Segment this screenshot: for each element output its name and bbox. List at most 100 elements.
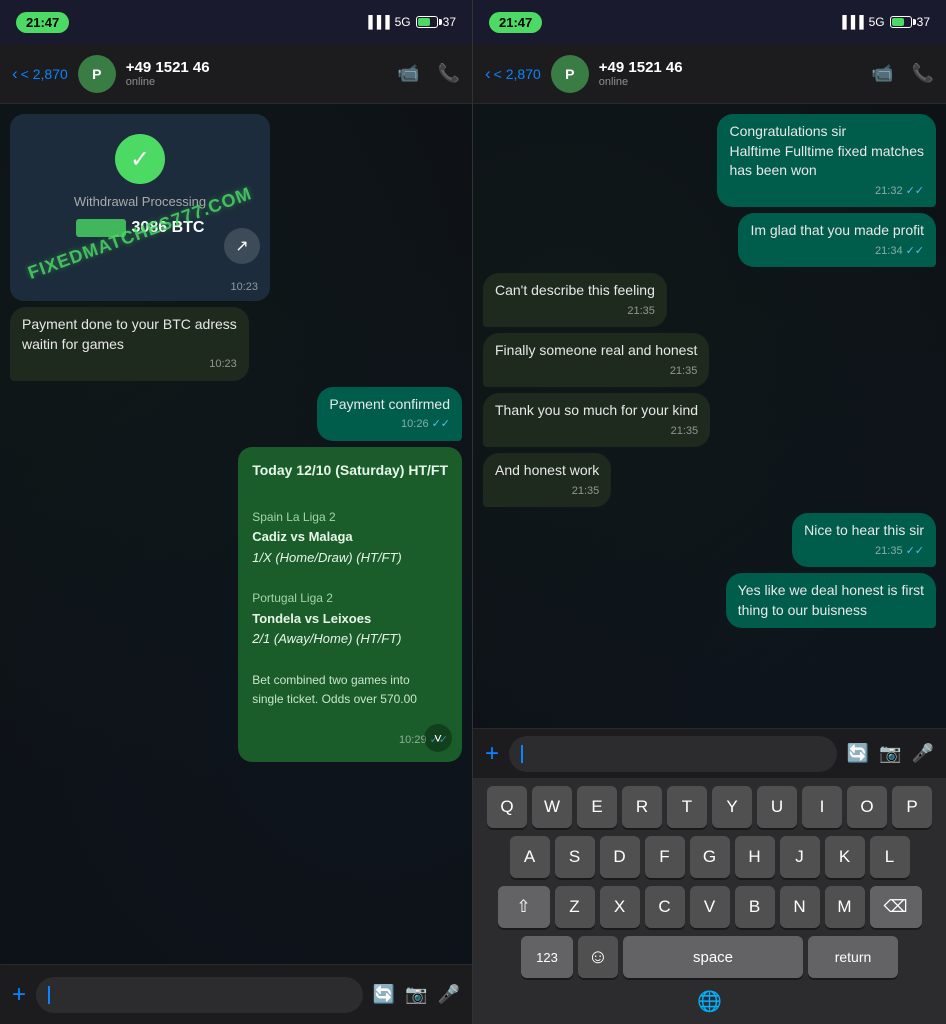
kb-camera-icon[interactable]: 📷 bbox=[879, 743, 901, 764]
payment-confirmed-time: 10:26 ✓✓ bbox=[329, 417, 450, 432]
globe-key[interactable]: 🌐 bbox=[689, 982, 731, 1020]
right-header-actions: 📹 📞 bbox=[871, 63, 934, 84]
right-status-icons: ▐▐▐ 5G 37 bbox=[838, 15, 930, 29]
key-m[interactable]: M bbox=[825, 886, 865, 928]
key-v[interactable]: V bbox=[690, 886, 730, 928]
kb-sticker-icon[interactable]: 🔄 bbox=[847, 743, 869, 764]
left-chat-header: ‹ < 2,870 P +49 1521 46 online 📹 📞 bbox=[0, 44, 472, 104]
left-back-count[interactable]: < 2,870 bbox=[21, 66, 68, 82]
key-u[interactable]: U bbox=[757, 786, 797, 828]
congrats-row: Congratulations sirHalftime Fulltime fix… bbox=[483, 114, 936, 207]
right-phone-panel: 21:47 ▐▐▐ 5G 37 ‹ < 2,870 P +49 1521 46 … bbox=[473, 0, 946, 1024]
honest-work-text: And honest work bbox=[495, 462, 599, 478]
yes-deal-text: Yes like we deal honest is firstthing to… bbox=[738, 582, 924, 618]
voice-call-icon[interactable]: 📞 bbox=[438, 63, 460, 84]
return-key[interactable]: return bbox=[808, 936, 898, 978]
key-l[interactable]: L bbox=[870, 836, 910, 878]
right-video-call-icon[interactable]: 📹 bbox=[871, 63, 893, 84]
camera-icon[interactable]: 📷 bbox=[405, 984, 427, 1005]
games-card-row: Today 12/10 (Saturday) HT/FT Spain La Li… bbox=[10, 447, 462, 762]
keyboard-input-row: + 🔄 📷 🎤 bbox=[473, 728, 946, 778]
battery-level: 37 bbox=[443, 15, 456, 29]
globe-row: 🌐 bbox=[473, 982, 946, 1024]
left-header-actions: 📹 📞 bbox=[397, 63, 460, 84]
space-key[interactable]: space bbox=[623, 936, 803, 978]
right-back-button[interactable]: ‹ < 2,870 bbox=[485, 64, 541, 84]
key-e[interactable]: E bbox=[577, 786, 617, 828]
nice-hear-bubble: Nice to hear this sir 21:35 ✓✓ bbox=[792, 513, 936, 567]
left-avatar[interactable]: P bbox=[78, 55, 116, 93]
chevron-left-icon: ‹ bbox=[12, 64, 18, 84]
glad-time: 21:34 ✓✓ bbox=[750, 244, 924, 259]
key-x[interactable]: X bbox=[600, 886, 640, 928]
left-plus-button[interactable]: + bbox=[12, 981, 26, 1009]
games-time: 10:29 ✓✓ bbox=[252, 732, 448, 750]
honest-work-bubble: And honest work 21:35 bbox=[483, 453, 611, 507]
expand-button[interactable]: ˅ bbox=[424, 724, 452, 752]
withdrawal-time: 10:23 bbox=[230, 281, 258, 293]
key-n[interactable]: N bbox=[780, 886, 820, 928]
left-phone-panel: 21:47 ▐▐▐ 5G 37 ‹ < 2,870 P +49 1521 46 … bbox=[0, 0, 473, 1024]
key-q[interactable]: Q bbox=[487, 786, 527, 828]
payment-done-time: 10:23 bbox=[22, 357, 237, 372]
key-d[interactable]: D bbox=[600, 836, 640, 878]
key-rows: Q W E R T Y U I O P A S D F G H J K bbox=[473, 778, 946, 982]
left-input-bar: + 🔄 📷 🎤 bbox=[0, 964, 472, 1024]
signal-icon: ▐▐▐ bbox=[364, 15, 390, 29]
keyboard-row-3: ⇧ Z X C V B N M ⌫ bbox=[477, 886, 942, 928]
games-card: Today 12/10 (Saturday) HT/FT Spain La Li… bbox=[238, 447, 462, 762]
payment-done-bubble: Payment done to your BTC adresswaitin fo… bbox=[10, 307, 249, 381]
kb-plus-button[interactable]: + bbox=[485, 740, 499, 768]
mic-icon[interactable]: 🎤 bbox=[438, 984, 460, 1005]
key-y[interactable]: Y bbox=[712, 786, 752, 828]
key-p[interactable]: P bbox=[892, 786, 932, 828]
key-i[interactable]: I bbox=[802, 786, 842, 828]
key-g[interactable]: G bbox=[690, 836, 730, 878]
key-t[interactable]: T bbox=[667, 786, 707, 828]
video-call-icon[interactable]: 📹 bbox=[397, 63, 419, 84]
cant-describe-row: Can't describe this feeling 21:35 bbox=[483, 273, 936, 327]
key-o[interactable]: O bbox=[847, 786, 887, 828]
key-w[interactable]: W bbox=[532, 786, 572, 828]
games-title: Today 12/10 (Saturday) HT/FT bbox=[252, 459, 448, 481]
delete-key[interactable]: ⌫ bbox=[870, 886, 922, 928]
key-c[interactable]: C bbox=[645, 886, 685, 928]
yes-deal-bubble: Yes like we deal honest is firstthing to… bbox=[726, 573, 936, 628]
key-h[interactable]: H bbox=[735, 836, 775, 878]
share-button[interactable]: ↗ bbox=[224, 228, 260, 264]
thankyou-text: Thank you so much for your kind bbox=[495, 402, 698, 418]
kb-mic-icon[interactable]: 🎤 bbox=[912, 743, 934, 764]
key-a[interactable]: A bbox=[510, 836, 550, 878]
key-r[interactable]: R bbox=[622, 786, 662, 828]
right-chevron-left-icon: ‹ bbox=[485, 64, 491, 84]
key-j[interactable]: J bbox=[780, 836, 820, 878]
key-f[interactable]: F bbox=[645, 836, 685, 878]
right-status-bar: 21:47 ▐▐▐ 5G 37 bbox=[473, 0, 946, 44]
left-text-input[interactable] bbox=[36, 977, 363, 1013]
match1-label: Cadiz vs Malaga bbox=[252, 527, 448, 548]
nice-hear-row: Nice to hear this sir 21:35 ✓✓ bbox=[483, 513, 936, 567]
sticker-icon[interactable]: 🔄 bbox=[373, 984, 395, 1005]
congrats-time: 21:32 ✓✓ bbox=[729, 184, 924, 199]
key-z[interactable]: Z bbox=[555, 886, 595, 928]
right-back-count[interactable]: < 2,870 bbox=[494, 66, 541, 82]
keyboard-row-2: A S D F G H J K L bbox=[477, 836, 942, 878]
emoji-key[interactable]: ☺ bbox=[578, 936, 618, 978]
finally-time: 21:35 bbox=[495, 364, 697, 379]
key-k[interactable]: K bbox=[825, 836, 865, 878]
key-b[interactable]: B bbox=[735, 886, 775, 928]
right-voice-call-icon[interactable]: 📞 bbox=[912, 63, 934, 84]
payment-done-text: Payment done to your BTC adresswaitin fo… bbox=[22, 316, 237, 352]
glad-tick: ✓✓ bbox=[906, 244, 924, 259]
kb-text-field[interactable] bbox=[509, 736, 837, 772]
shift-key[interactable]: ⇧ bbox=[498, 886, 550, 928]
left-back-button[interactable]: ‹ < 2,870 bbox=[12, 64, 68, 84]
key-s[interactable]: S bbox=[555, 836, 595, 878]
numbers-key[interactable]: 123 bbox=[521, 936, 573, 978]
cant-describe-time: 21:35 bbox=[495, 304, 655, 319]
network-type: 5G bbox=[395, 15, 411, 29]
right-time: 21:47 bbox=[489, 12, 542, 33]
right-avatar[interactable]: P bbox=[551, 55, 589, 93]
right-battery-level: 37 bbox=[917, 15, 930, 29]
cant-describe-text: Can't describe this feeling bbox=[495, 282, 655, 298]
